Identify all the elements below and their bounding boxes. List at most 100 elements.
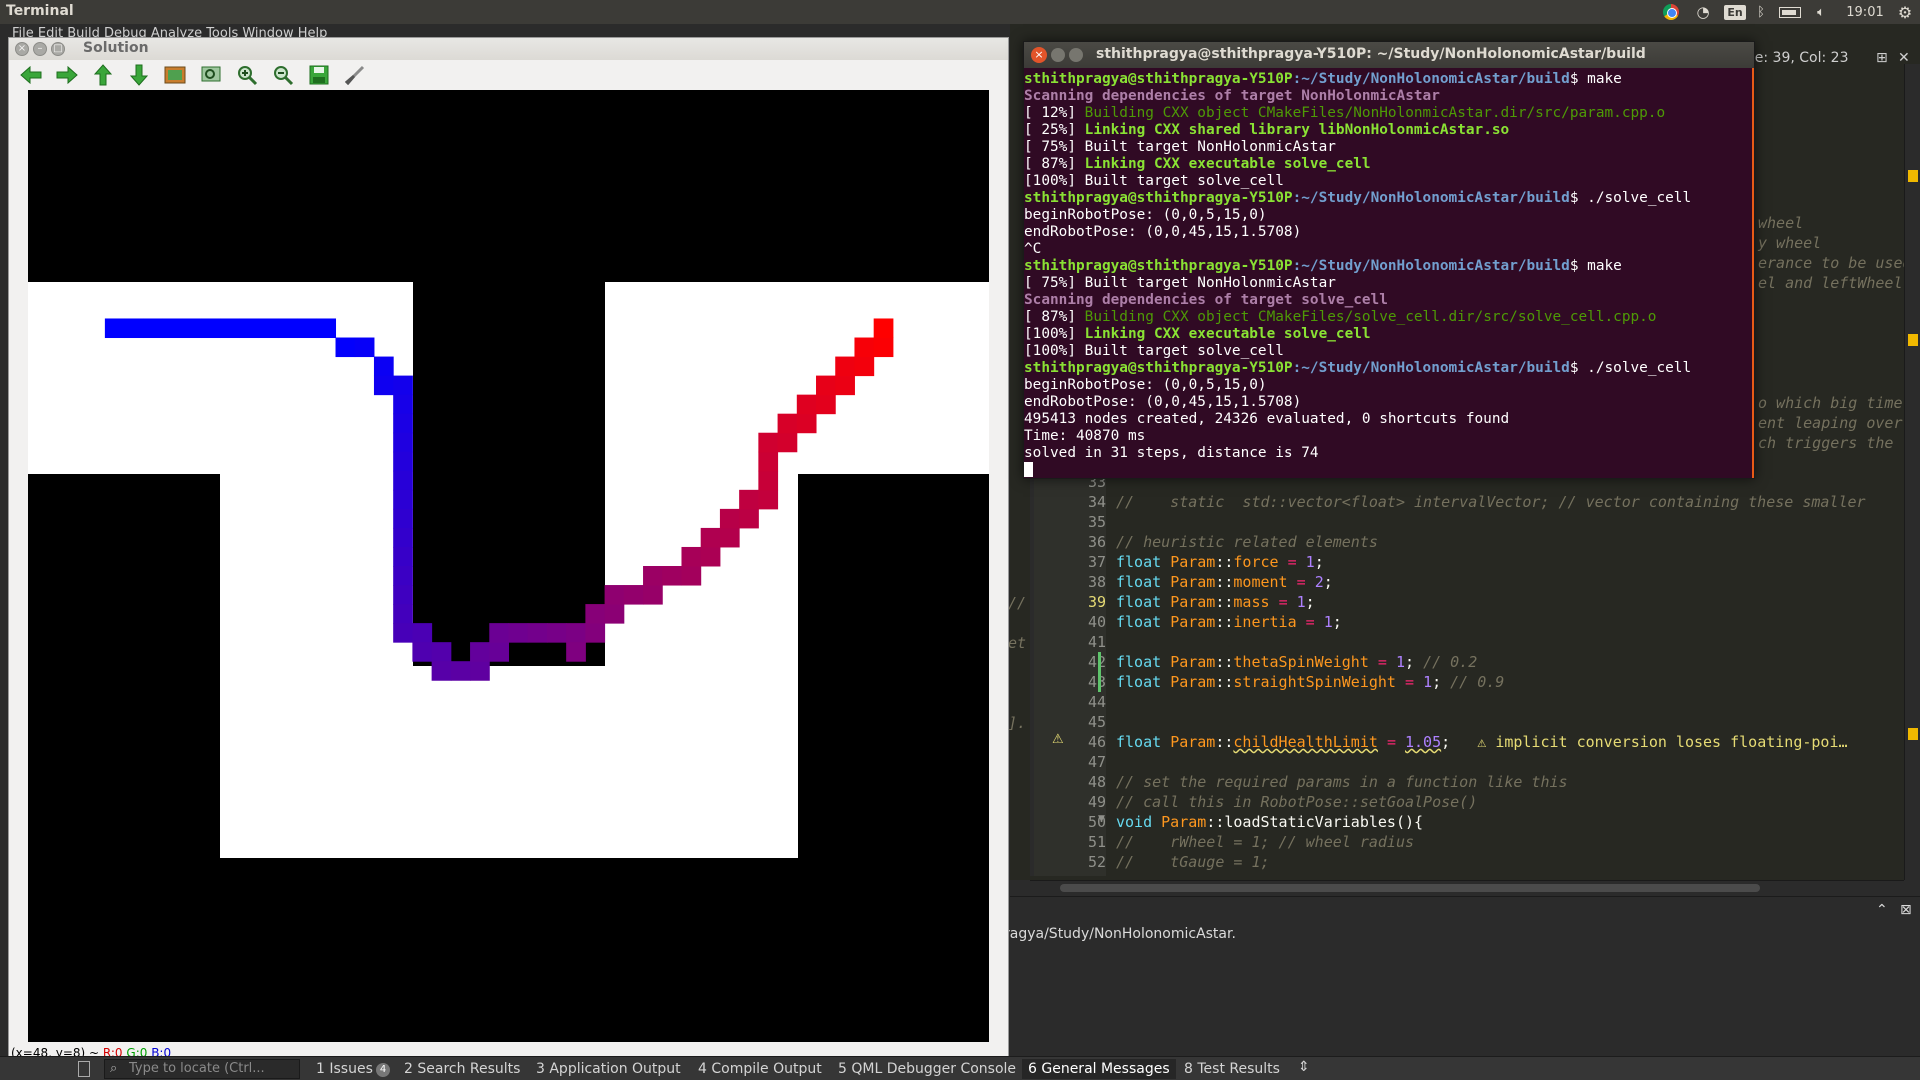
terminal-titlebar[interactable]: × sthithpragya@sthithpragya-Y510P: ~/Stu…	[1024, 42, 1754, 68]
code-line: float Param::thetaSpinWeight = 1; // 0.2	[1116, 653, 1478, 671]
split-icon[interactable]: ⊞	[1876, 50, 1888, 66]
save-icon[interactable]	[305, 62, 333, 88]
maximize-icon[interactable]: □	[51, 42, 65, 56]
wifi-icon[interactable]: ◔	[1690, 0, 1716, 24]
top-panel: Terminal ◔ En ᛒ 🔈︎ 19:01 ⚙	[0, 0, 1920, 24]
terminal-line: endRobotPose: (0,0,45,15,1.5708)	[1024, 224, 1302, 240]
general-messages-pane	[1010, 896, 1920, 1062]
scrollbar-thumb[interactable]	[1060, 884, 1760, 892]
up-arrow-icon[interactable]	[89, 62, 117, 88]
code-line: // heuristic related elements	[1116, 533, 1378, 551]
path-cell	[143, 318, 164, 339]
minimize-icon[interactable]: –	[33, 42, 47, 56]
terminal-line: [ 12%] Building CXX object CMakeFiles/No…	[1024, 105, 1666, 121]
line-number: 44	[1087, 693, 1106, 711]
close-icon[interactable]: ×	[15, 42, 29, 56]
terminal-prompt-line[interactable]	[1024, 462, 1754, 478]
active-app-name: Terminal	[6, 3, 74, 19]
warning-icon: ⚠	[1052, 732, 1064, 747]
line-number: 38	[1087, 573, 1106, 591]
path-cell	[393, 432, 413, 453]
bluetooth-icon[interactable]: ᛒ	[1752, 0, 1770, 24]
back-arrow-icon[interactable]	[17, 62, 45, 88]
maximize-icon[interactable]	[1069, 48, 1083, 62]
path-cell	[546, 623, 567, 643]
terminal-line: [ 87%] Linking CXX executable solve_cell	[1024, 156, 1371, 172]
solution-titlebar[interactable]: × – □ Solution	[9, 38, 1008, 60]
partial-code-text: wheel	[1758, 214, 1804, 232]
partial-code-text: o which big time	[1758, 394, 1903, 412]
path-cell	[873, 318, 894, 339]
maximize-pane-icon[interactable]: ⌃	[1876, 902, 1888, 918]
sidebar-toggle-icon[interactable]	[78, 1061, 90, 1077]
battery-icon[interactable]	[1776, 0, 1804, 24]
solution-image-canvas[interactable]	[28, 90, 989, 1042]
fold-arrow-icon[interactable]: ▼	[1098, 814, 1105, 824]
message-text: ragya/Study/NonHolonomicAstar.	[1004, 926, 1236, 942]
line-number: 49	[1087, 793, 1106, 811]
partial-code-text: el and leftWheel	[1758, 274, 1903, 292]
tab-issues[interactable]: 1 Issues 4	[316, 1059, 391, 1079]
editor-horizontal-scrollbar[interactable]	[1030, 880, 1904, 894]
scroll-marker	[1908, 728, 1918, 740]
down-arrow-icon[interactable]	[125, 62, 153, 88]
path-cell	[643, 585, 663, 605]
code-line: // static std::vector<float> intervalVec…	[1116, 493, 1866, 511]
tab-search-results[interactable]: 2 Search Results	[404, 1059, 520, 1079]
tab-general-messages[interactable]: 6 General Messages	[1022, 1059, 1176, 1079]
locator-input[interactable]: Type to locate (Ctrl...	[104, 1059, 300, 1079]
volume-icon[interactable]: 🔈︎	[1808, 0, 1834, 24]
path-cell	[450, 661, 471, 681]
close-pane-icon[interactable]: ⊠	[1900, 902, 1912, 918]
free-space	[28, 282, 413, 474]
brush-icon[interactable]	[341, 62, 369, 88]
chrome-icon[interactable]	[1660, 0, 1682, 24]
terminal-line: beginRobotPose: (0,0,5,15,0)	[1024, 377, 1267, 393]
path-cell	[373, 375, 394, 396]
path-cell	[393, 451, 413, 472]
terminal-cursor	[1024, 462, 1033, 477]
tab-application-output[interactable]: 3 Application Output	[536, 1059, 681, 1079]
forward-arrow-icon[interactable]	[53, 62, 81, 88]
minimize-icon[interactable]	[1051, 48, 1065, 62]
close-icon[interactable]: ×	[1031, 47, 1047, 63]
path-cell	[393, 413, 413, 434]
path-cell	[566, 642, 586, 662]
line-number: 40	[1087, 613, 1106, 631]
line-number-gutter: 33 34 35 36 37 38 39 40 41 42 43 44 45 4…	[1034, 472, 1106, 876]
zoom-out-icon[interactable]	[269, 62, 297, 88]
clock[interactable]: 19:01	[1838, 0, 1892, 24]
code-line: // tGauge = 1;	[1116, 853, 1270, 871]
editor-vertical-scrollbar[interactable]	[1904, 64, 1920, 880]
tab-compile-output[interactable]: 4 Compile Output	[698, 1059, 822, 1079]
path-cell	[681, 566, 702, 586]
path-cell	[277, 318, 298, 339]
path-cell	[777, 413, 798, 434]
tab-qml-debugger-console[interactable]: 5 QML Debugger Console	[838, 1059, 1016, 1079]
path-cell	[854, 356, 875, 377]
terminal-line: Time: 40870 ms	[1024, 428, 1146, 444]
solution-window: × – □ Solution (x=48, y=8) ~ R:0 G:0 B:0	[8, 37, 1009, 1062]
zoom-fit-icon[interactable]	[197, 62, 225, 88]
zoom-in-icon[interactable]	[233, 62, 261, 88]
path-cell	[316, 318, 337, 339]
image-icon[interactable]	[161, 62, 189, 88]
path-cell	[816, 394, 836, 415]
path-cell	[412, 642, 433, 662]
line-number: 45	[1087, 713, 1106, 731]
gear-icon[interactable]: ⚙	[1894, 0, 1916, 24]
scroll-marker	[1908, 170, 1918, 182]
tab-test-results[interactable]: 8 Test Results	[1184, 1059, 1280, 1079]
code-line: void Param::loadStaticVariables(){	[1116, 813, 1424, 831]
path-cell	[393, 527, 413, 548]
path-cell	[681, 546, 702, 567]
keyboard-layout-indicator[interactable]: En	[1724, 0, 1746, 24]
terminal-line: [ 87%] Building CXX object CMakeFiles/so…	[1024, 309, 1657, 325]
path-cell	[604, 604, 625, 624]
terminal-line: beginRobotPose: (0,0,5,15,0)	[1024, 207, 1267, 223]
path-cell	[470, 642, 490, 662]
terminal-line: [ 25%] Linking CXX shared library libNon…	[1024, 122, 1510, 138]
pane-options-icon[interactable]: ⇕	[1298, 1059, 1310, 1075]
terminal-output[interactable]: sthithpragya@sthithpragya-Y510P:~/Study/…	[1024, 68, 1754, 478]
line-number: 34	[1087, 493, 1106, 511]
